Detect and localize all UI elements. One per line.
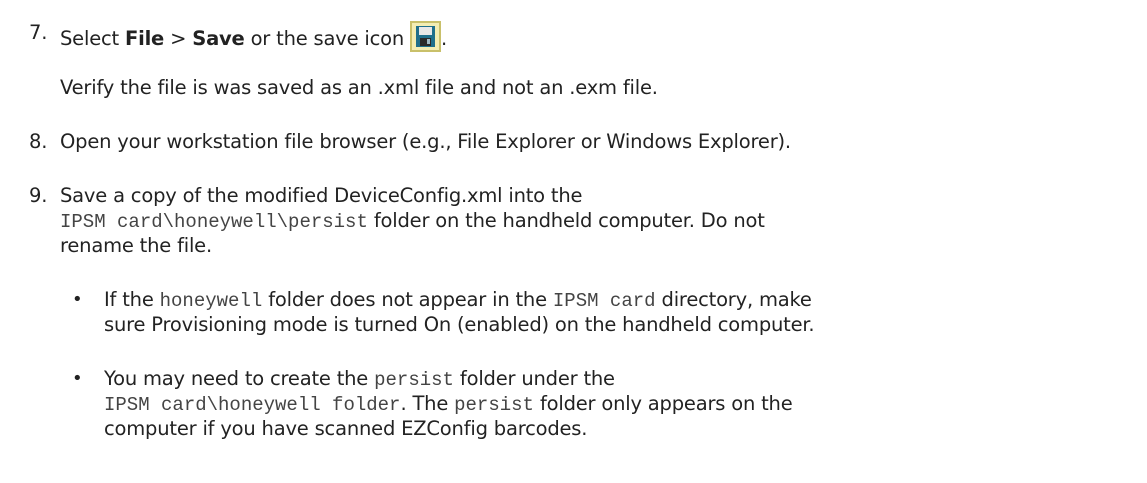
bullet-2-marker: • xyxy=(72,368,83,389)
floppy-disk-save-icon xyxy=(410,21,441,52)
path-code: IPSM card\honeywell\persist xyxy=(60,211,368,233)
folder-code: persist xyxy=(454,394,534,416)
menu-file-label: File xyxy=(124,27,165,50)
step-9-line-3: rename the file. xyxy=(60,234,212,257)
folder-code: honeywell xyxy=(159,290,263,312)
step-7-number: 7. xyxy=(29,21,48,44)
step-9-line-1: Save a copy of the modified DeviceConfig… xyxy=(60,184,583,207)
step-8-text: Open your workstation file browser (e.g.… xyxy=(60,130,791,153)
step-9-line-2: IPSM card\honeywell\persist folder on th… xyxy=(60,209,765,233)
step-8-number: 8. xyxy=(29,130,48,153)
bullet-2-line-3: computer if you have scanned EZConfig ba… xyxy=(104,417,588,440)
directory-code: IPSM card xyxy=(552,290,656,312)
bullet-1-line-2: sure Provisioning mode is turned On (ena… xyxy=(104,313,815,336)
path-code: IPSM card\honeywell folder xyxy=(104,394,401,416)
step-9-number: 9. xyxy=(29,184,48,207)
folder-code: persist xyxy=(374,369,454,391)
bullet-1-line-1: If the honeywell folder does not appear … xyxy=(104,288,812,312)
bullet-2-line-2: IPSM card\honeywell folder. The persist … xyxy=(104,392,793,416)
step-7-note: Verify the file is was saved as an .xml … xyxy=(60,76,658,99)
menu-save-label: Save xyxy=(192,27,245,50)
bullet-1-marker: • xyxy=(72,289,83,310)
step-7-instruction: Select File > Save or the save icon. xyxy=(60,21,447,52)
bullet-2-line-1: You may need to create the persist folde… xyxy=(104,367,615,391)
